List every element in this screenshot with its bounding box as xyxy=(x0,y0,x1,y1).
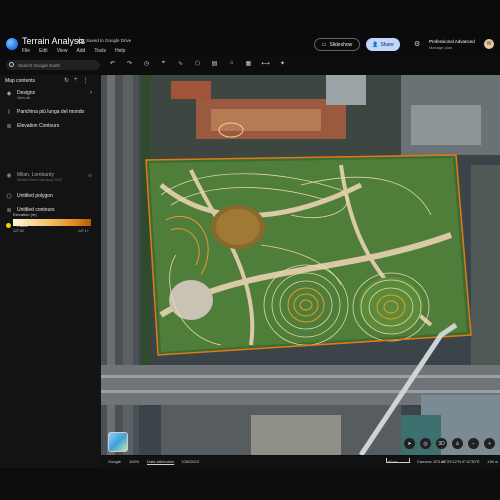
app-window: Terrain Analysis Saved to Google Drive F… xyxy=(0,0,500,500)
sidebar-item-label: Paths xyxy=(17,223,28,228)
sidebar-item-milan[interactable]: ◉ Milan, Lombardy Street View from Aug 2… xyxy=(0,170,101,182)
pin-icon[interactable]: ⌖ xyxy=(159,60,168,67)
sidebar: Map contents ↻ + ⋮ ◈ Designs View all › … xyxy=(0,75,101,500)
sidebar-actions: ↻ + ⋮ xyxy=(64,77,89,84)
refresh-icon[interactable]: ↻ xyxy=(64,77,69,84)
page-footer-area xyxy=(0,468,500,500)
save-status-text: Saved to Google Drive xyxy=(86,38,132,43)
sidebar-item-elevation-contours[interactable]: ≋ Elevation Contours xyxy=(0,121,101,133)
building-icon[interactable]: ⌂ xyxy=(227,60,236,67)
sidebar-item-sub: Street View from Aug 2022 xyxy=(17,178,63,182)
chevron-right-icon[interactable]: › xyxy=(90,90,92,96)
sparkle-icon[interactable]: ✦ xyxy=(278,60,287,67)
history-icon[interactable]: ◷ xyxy=(142,60,151,67)
project-title[interactable]: Terrain Analysis xyxy=(22,36,85,46)
zoom-level: 100% xyxy=(129,459,140,464)
sidebar-item-paths[interactable]: Paths xyxy=(0,220,101,232)
cloud-icon xyxy=(78,38,84,43)
menu-add[interactable]: Add xyxy=(76,48,85,54)
sidebar-item-label: Untitled polygon xyxy=(17,193,53,199)
search-placeholder: Search Google Earth xyxy=(18,62,61,68)
plan-manage: Manage plan xyxy=(429,45,453,50)
sidebar-item-label: Panchina più lunga del mondo xyxy=(17,109,85,115)
scale-bar xyxy=(386,458,410,463)
undo-icon[interactable]: ↶ xyxy=(108,60,117,67)
sidebar-item-label: Untitled contours xyxy=(17,207,55,213)
polygon-icon[interactable]: ⬠ xyxy=(193,60,202,67)
earth-logo-icon xyxy=(6,38,18,50)
sidebar-item-designs[interactable]: ◈ Designs View all › xyxy=(0,88,101,100)
slideshow-button[interactable]: ▭ Slideshow xyxy=(314,38,360,51)
coordinates: 45°29'12"N 9°12'30"E xyxy=(441,459,480,464)
compass-icon[interactable]: ➤ xyxy=(404,438,415,449)
measure-icon[interactable]: ⟷ xyxy=(261,60,270,67)
layers-icon[interactable]: ▤ xyxy=(210,60,219,67)
header: Terrain Analysis Saved to Google Drive F… xyxy=(0,0,500,70)
search-icon xyxy=(9,62,14,67)
tilt-icon[interactable]: ◎ xyxy=(420,438,431,449)
contour-icon: ≋ xyxy=(6,124,12,130)
save-status: Saved to Google Drive xyxy=(78,38,131,43)
sidebar-item-untitled-polygon[interactable]: ⬠ Untitled polygon xyxy=(0,191,101,203)
share-icon: 👤 xyxy=(372,41,379,48)
status-bar: Google 100% Data attribution 7/28/2023 4… xyxy=(101,456,500,468)
data-attribution-link[interactable]: Data attribution xyxy=(147,459,174,464)
toolbar: ↶ ↷ ◷ ⌖ ∿ ⬠ ▤ ⌂ ▦ ⟷ ✦ xyxy=(108,60,287,67)
share-button[interactable]: 👤 Share xyxy=(366,38,400,51)
menu-tools[interactable]: Tools xyxy=(94,48,106,54)
polygon-icon: ⬠ xyxy=(6,194,12,200)
share-label: Share xyxy=(380,41,394,48)
layers-icon: ◈ xyxy=(6,91,12,97)
sidebar-item-label: Elevation Contours xyxy=(17,123,60,129)
contour-icon: ≋ xyxy=(6,208,12,214)
zoom-out-icon[interactable]: − xyxy=(468,438,479,449)
dot-icon xyxy=(6,223,11,228)
search-input[interactable]: Search Google Earth xyxy=(6,60,100,70)
elevation-readout: 136 m xyxy=(487,459,499,464)
redo-icon[interactable]: ↷ xyxy=(125,60,134,67)
more-icon[interactable]: ⋮ xyxy=(83,77,89,84)
line-icon: ⌇ xyxy=(7,110,11,116)
grid-icon[interactable]: ▦ xyxy=(244,60,253,67)
google-label: Google xyxy=(108,459,121,464)
avatar[interactable]: W xyxy=(484,39,494,49)
plan-info[interactable]: Professional Advanced Manage plan xyxy=(429,39,475,51)
imagery-date: 7/28/2023 xyxy=(181,459,199,464)
menu-help[interactable]: Help xyxy=(115,48,125,54)
menu-file[interactable]: File xyxy=(22,48,30,54)
sidebar-item-panchina[interactable]: ⌇ Panchina più lunga del mondo xyxy=(0,107,101,119)
eye-off-icon[interactable]: ⊘ xyxy=(88,173,92,179)
slideshow-icon: ▭ xyxy=(321,41,327,48)
slideshow-label: Slideshow xyxy=(329,41,353,48)
path-icon[interactable]: ∿ xyxy=(176,60,185,67)
add-icon[interactable]: + xyxy=(74,77,78,84)
3d-toggle-button[interactable]: 3D xyxy=(436,438,447,449)
menu-bar: File Edit View Add Tools Help xyxy=(22,48,125,54)
pegman-icon[interactable]: ♙ xyxy=(452,438,463,449)
menu-view[interactable]: View xyxy=(57,48,68,54)
gear-icon[interactable]: ⚙ xyxy=(414,40,420,48)
streetview-icon: ◉ xyxy=(6,173,12,179)
sidebar-item-untitled-contours[interactable]: ≋ Untitled contours xyxy=(0,205,101,217)
map-view[interactable] xyxy=(101,75,500,455)
menu-edit[interactable]: Edit xyxy=(39,48,48,54)
sidebar-item-sub[interactable]: View all xyxy=(17,96,30,100)
layer-preview-thumbnail[interactable] xyxy=(108,432,128,452)
map-contents-title: Map contents xyxy=(5,78,36,84)
satellite-map[interactable] xyxy=(101,75,500,455)
zoom-in-icon[interactable]: + xyxy=(484,438,495,449)
